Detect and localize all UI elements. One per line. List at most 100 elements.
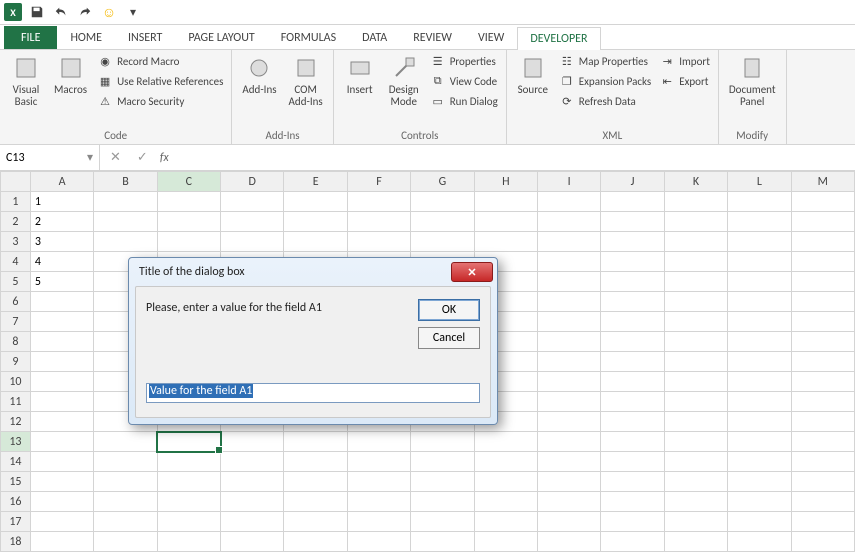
- properties-button[interactable]: ☰Properties: [428, 52, 500, 70]
- cell[interactable]: [791, 352, 854, 372]
- cell[interactable]: [791, 392, 854, 412]
- cell[interactable]: [538, 272, 601, 292]
- row-header[interactable]: 8: [1, 332, 31, 352]
- tab-data[interactable]: DATA: [349, 26, 400, 49]
- cell[interactable]: [411, 532, 474, 552]
- name-box-dropdown-icon[interactable]: ▾: [87, 150, 93, 165]
- cell[interactable]: [538, 232, 601, 252]
- column-header[interactable]: B: [94, 172, 157, 192]
- run-dialog-button[interactable]: ▭Run Dialog: [428, 92, 500, 110]
- row-header[interactable]: 10: [1, 372, 31, 392]
- cell[interactable]: 1: [30, 192, 93, 212]
- cell[interactable]: [347, 512, 410, 532]
- cell[interactable]: [30, 512, 93, 532]
- tab-developer[interactable]: DEVELOPER: [517, 27, 600, 50]
- cell[interactable]: [728, 272, 791, 292]
- cell[interactable]: [538, 332, 601, 352]
- cell[interactable]: [664, 512, 727, 532]
- cell[interactable]: [538, 252, 601, 272]
- cell[interactable]: [94, 192, 157, 212]
- refresh-data-button[interactable]: ⟳Refresh Data: [557, 92, 653, 110]
- cell[interactable]: [347, 212, 410, 232]
- cell[interactable]: [538, 532, 601, 552]
- cell[interactable]: [411, 432, 474, 452]
- cell[interactable]: [728, 192, 791, 212]
- tab-formulas[interactable]: FORMULAS: [268, 26, 349, 49]
- cell[interactable]: 5: [30, 272, 93, 292]
- name-box[interactable]: C13 ▾: [0, 145, 100, 170]
- cell[interactable]: [474, 192, 537, 212]
- row-header[interactable]: 1: [1, 192, 31, 212]
- expansion-packs-button[interactable]: ❐Expansion Packs: [557, 72, 653, 90]
- row-header[interactable]: 6: [1, 292, 31, 312]
- cell[interactable]: [664, 232, 727, 252]
- cell[interactable]: [728, 432, 791, 452]
- tab-file[interactable]: FILE: [4, 26, 57, 49]
- cell[interactable]: [157, 452, 220, 472]
- cell[interactable]: [347, 232, 410, 252]
- cell[interactable]: [728, 472, 791, 492]
- cell[interactable]: [601, 512, 664, 532]
- cell[interactable]: [221, 452, 284, 472]
- cell[interactable]: [601, 432, 664, 452]
- cell[interactable]: [411, 452, 474, 472]
- design-mode-button[interactable]: Design Mode: [384, 52, 424, 110]
- cell[interactable]: [221, 532, 284, 552]
- cell[interactable]: [411, 192, 474, 212]
- cell[interactable]: [157, 212, 220, 232]
- ok-button[interactable]: OK: [418, 299, 480, 321]
- row-header[interactable]: 4: [1, 252, 31, 272]
- smiley-icon[interactable]: ☺: [100, 3, 118, 21]
- cell[interactable]: [157, 192, 220, 212]
- cell[interactable]: [538, 452, 601, 472]
- cell[interactable]: [664, 192, 727, 212]
- cell[interactable]: [157, 472, 220, 492]
- cell[interactable]: [411, 492, 474, 512]
- fx-icon[interactable]: fx: [160, 151, 169, 165]
- save-icon[interactable]: [28, 3, 46, 21]
- export-button[interactable]: ⇤Export: [657, 72, 712, 90]
- document-panel-button[interactable]: Document Panel: [725, 52, 780, 110]
- cell[interactable]: [791, 452, 854, 472]
- row-header[interactable]: 13: [1, 432, 31, 452]
- cell[interactable]: [728, 512, 791, 532]
- undo-icon[interactable]: [52, 3, 70, 21]
- cell[interactable]: [538, 492, 601, 512]
- cell[interactable]: [664, 352, 727, 372]
- cell[interactable]: [538, 472, 601, 492]
- cell[interactable]: [221, 212, 284, 232]
- cell[interactable]: [601, 492, 664, 512]
- column-header[interactable]: H: [474, 172, 537, 192]
- cell[interactable]: [791, 232, 854, 252]
- cell[interactable]: [664, 272, 727, 292]
- cell[interactable]: [728, 292, 791, 312]
- cell[interactable]: [347, 432, 410, 452]
- cell[interactable]: [284, 432, 347, 452]
- dialog-titlebar[interactable]: Title of the dialog box ✕: [129, 258, 497, 286]
- cell[interactable]: [664, 252, 727, 272]
- cell[interactable]: [791, 472, 854, 492]
- cell[interactable]: [664, 312, 727, 332]
- cell[interactable]: [474, 432, 537, 452]
- row-header[interactable]: 16: [1, 492, 31, 512]
- cell[interactable]: [601, 412, 664, 432]
- row-header[interactable]: 15: [1, 472, 31, 492]
- cell[interactable]: [474, 452, 537, 472]
- row-header[interactable]: 5: [1, 272, 31, 292]
- cell[interactable]: [30, 472, 93, 492]
- cell[interactable]: [284, 512, 347, 532]
- cell[interactable]: [601, 232, 664, 252]
- cancel-formula-icon[interactable]: ✕: [106, 150, 125, 165]
- cell[interactable]: [538, 372, 601, 392]
- column-header[interactable]: G: [411, 172, 474, 192]
- cell[interactable]: [474, 532, 537, 552]
- cell[interactable]: [791, 212, 854, 232]
- cell[interactable]: [791, 532, 854, 552]
- cell[interactable]: [664, 492, 727, 512]
- column-header[interactable]: L: [728, 172, 791, 192]
- cell[interactable]: [791, 512, 854, 532]
- cell[interactable]: [664, 372, 727, 392]
- cell[interactable]: [601, 532, 664, 552]
- cell[interactable]: [157, 492, 220, 512]
- cell[interactable]: [791, 192, 854, 212]
